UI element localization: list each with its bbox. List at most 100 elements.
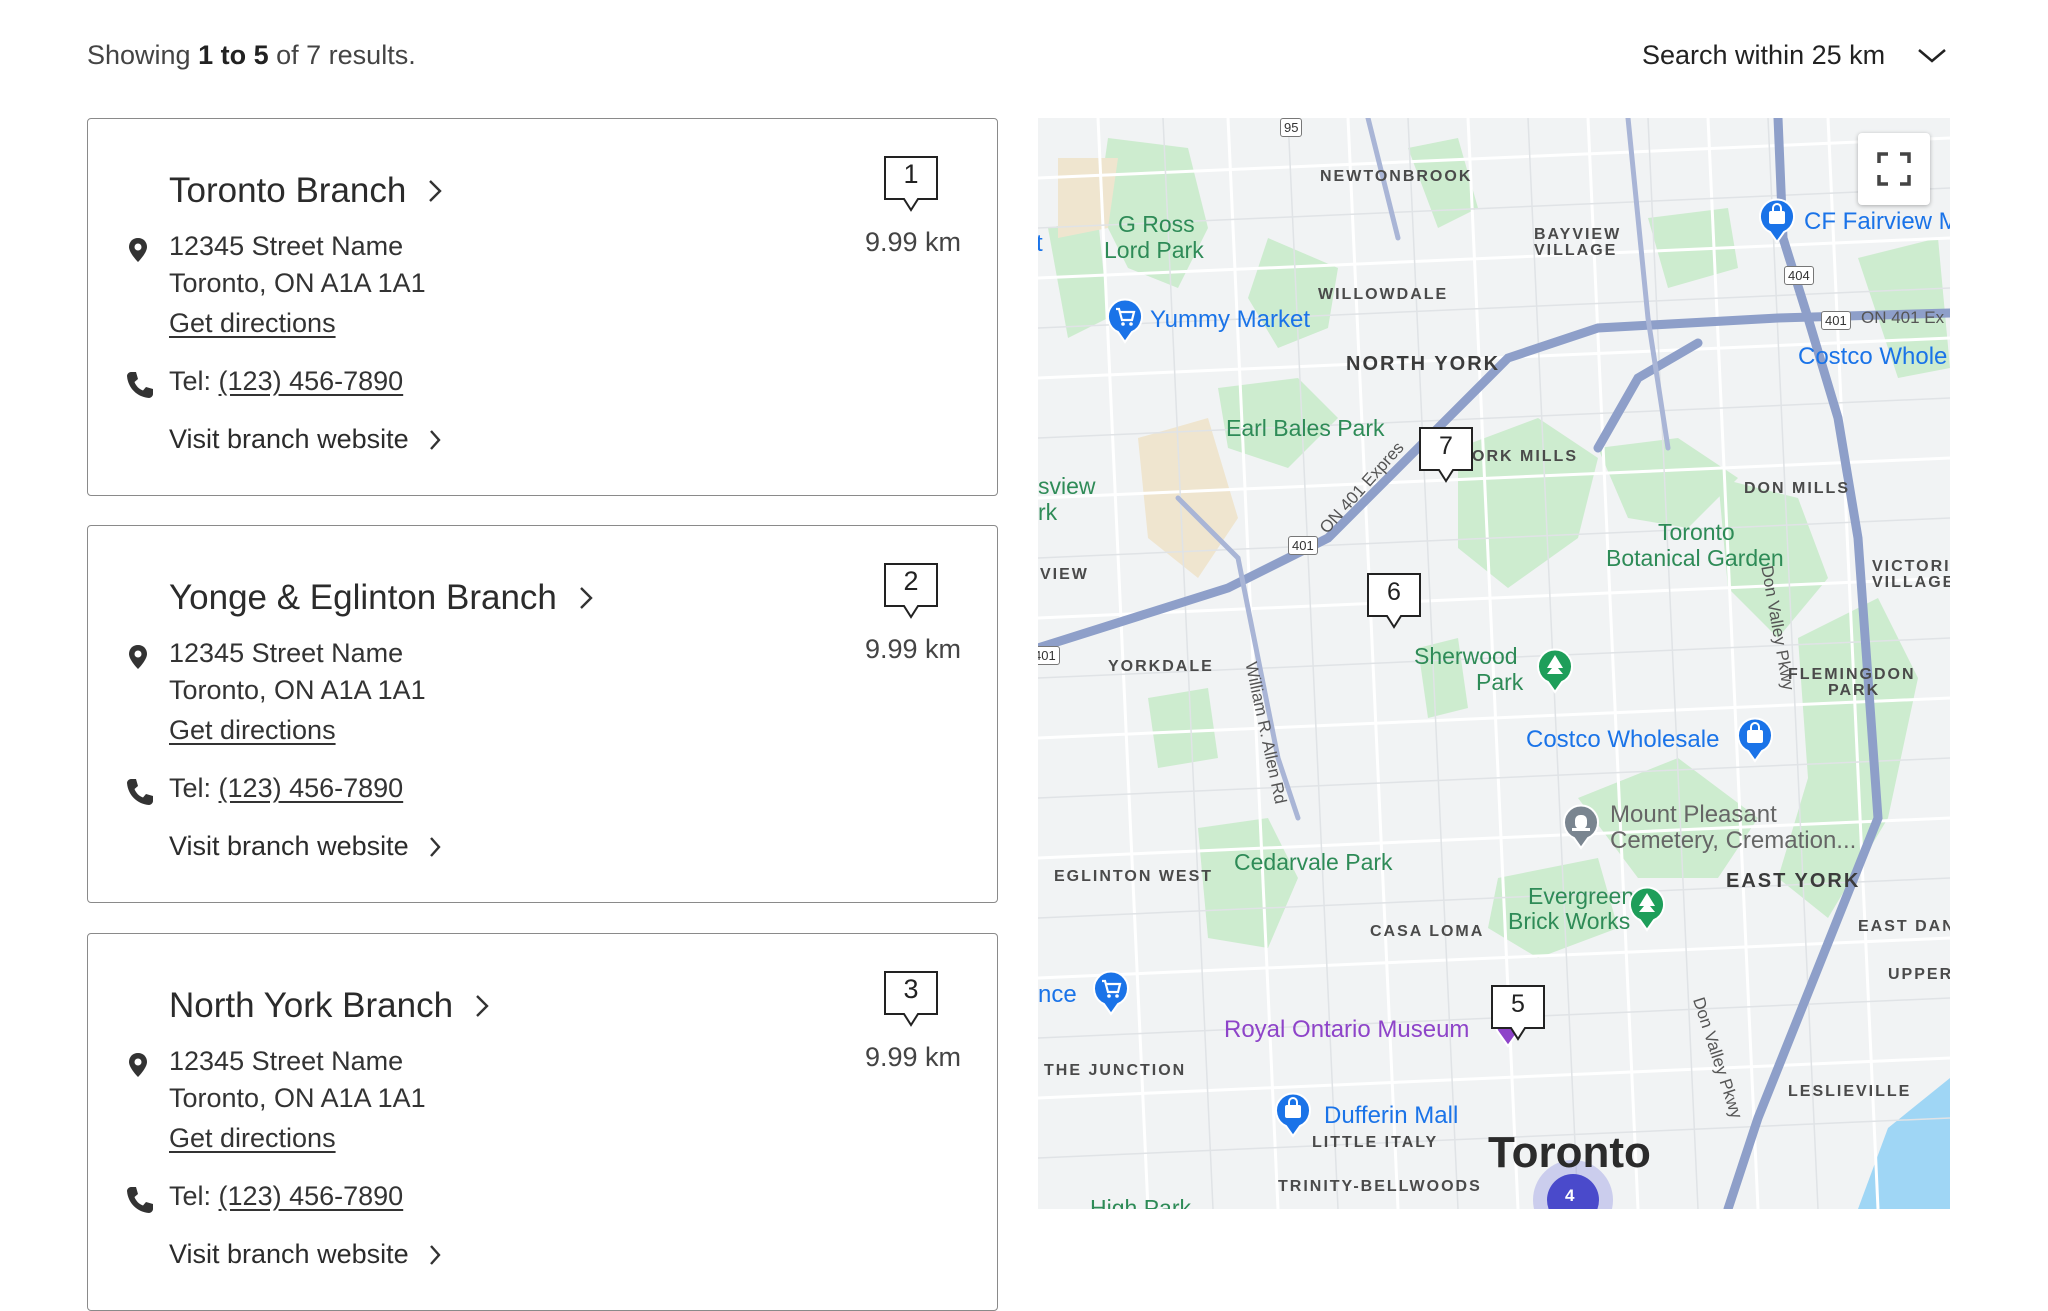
location-pin-icon xyxy=(129,238,147,262)
results-summary-prefix: Showing xyxy=(87,40,191,70)
fullscreen-button[interactable] xyxy=(1858,133,1930,205)
branch-map[interactable]: 95 404 401 401 401 ON 401 Ex NEWTONBROOK… xyxy=(1038,118,1950,1209)
shopping-bag-icon[interactable] xyxy=(1272,1090,1314,1138)
get-directions-link[interactable]: Get directions xyxy=(169,715,336,746)
map-poi-costco-wholesale[interactable]: Costco Wholesale xyxy=(1526,726,1719,754)
tel-label: Tel: xyxy=(169,1181,212,1211)
map-poi-mount-pleasant-2[interactable]: Cemetery, Cremation... xyxy=(1610,828,1856,853)
branch-card: North York Branch 12345 Street Name Toro… xyxy=(87,933,998,1311)
map-branch-marker[interactable]: 5 xyxy=(1490,984,1546,1047)
cemetery-icon[interactable] xyxy=(1560,802,1602,850)
phone-icon xyxy=(127,372,153,398)
map-label-sview-1: sview xyxy=(1038,473,1096,499)
chevron-right-icon xyxy=(429,180,443,202)
shopping-cart-icon[interactable] xyxy=(1090,968,1132,1016)
map-poi-ance[interactable]: nce xyxy=(1038,981,1077,1009)
branch-address-line1: 12345 Street Name xyxy=(169,231,404,261)
branch-card: Yonge & Eglinton Branch 12345 Street Nam… xyxy=(87,525,998,903)
branch-telephone: Tel: (123) 456-7890 xyxy=(169,1181,403,1212)
tel-label: Tel: xyxy=(169,773,212,803)
map-label-upper: UPPER xyxy=(1888,966,1950,983)
map-label-trinity-bellwoods: TRINITY-BELLWOODS xyxy=(1278,1178,1482,1195)
highway-shield: 404 xyxy=(1784,266,1814,285)
map-label-east-york: EAST YORK xyxy=(1726,870,1861,892)
map-label-leslieville: LESLIEVILLE xyxy=(1788,1083,1912,1100)
map-marker-number: 1 xyxy=(903,159,919,189)
map-poi-mount-pleasant-1[interactable]: Mount Pleasant xyxy=(1610,802,1777,827)
map-label-don-mills: DON MILLS xyxy=(1744,480,1850,497)
highway-label: ON 401 Ex xyxy=(1861,308,1945,327)
visit-website-link[interactable]: Visit branch website xyxy=(169,1239,441,1270)
visit-website-label: Visit branch website xyxy=(169,424,409,454)
map-label-high-park: High Park xyxy=(1090,1195,1191,1209)
shopping-cart-icon[interactable] xyxy=(1104,296,1146,344)
branch-address-line2: Toronto, ON A1A 1A1 xyxy=(169,675,426,705)
map-label-willowdale: WILLOWDALE xyxy=(1318,286,1449,303)
map-marker-number: 3 xyxy=(903,974,919,1004)
branch-name: North York Branch xyxy=(169,986,454,1025)
branch-distance: 9.99 km xyxy=(864,1042,961,1072)
visit-website-link[interactable]: Visit branch website xyxy=(169,424,441,455)
map-marker-number: 7 xyxy=(1439,432,1453,460)
search-radius-label: Search within 25 km xyxy=(1642,40,1886,70)
map-label-sview-2: rk xyxy=(1038,499,1058,525)
branch-title-link[interactable]: Yonge & Eglinton Branch xyxy=(169,578,593,618)
map-poi-t-edge[interactable]: t xyxy=(1038,230,1043,258)
branch-name: Toronto Branch xyxy=(169,171,407,210)
location-pin-icon xyxy=(129,645,147,669)
map-marker-number: 6 xyxy=(1387,578,1401,606)
map-label-north-york: NORTH YORK xyxy=(1346,353,1501,375)
map-label-york-mills: ORK MILLS xyxy=(1472,448,1578,465)
map-branch-marker[interactable]: 7 xyxy=(1418,426,1474,489)
map-cluster-count[interactable]: 4 xyxy=(1565,1186,1574,1206)
phone-number-link[interactable]: (123) 456-7890 xyxy=(219,1181,404,1211)
visit-website-label: Visit branch website xyxy=(169,1239,409,1269)
branch-address-line1: 12345 Street Name xyxy=(169,638,404,668)
phone-number-link[interactable]: (123) 456-7890 xyxy=(219,366,404,396)
highway-shield: 95 xyxy=(1280,118,1303,137)
map-poi-royal-ontario-museum[interactable]: Royal Ontario Museum xyxy=(1224,1016,1469,1044)
map-marker-badge: 1 xyxy=(883,155,939,218)
chevron-right-icon xyxy=(429,836,441,857)
map-poi-yummy-market[interactable]: Yummy Market xyxy=(1150,306,1310,334)
shopping-bag-icon[interactable] xyxy=(1756,196,1798,244)
chevron-right-icon xyxy=(476,995,489,1017)
results-summary: Showing 1 to 5 of 7 results. xyxy=(87,40,416,71)
phone-icon xyxy=(127,779,153,805)
shopping-bag-icon[interactable] xyxy=(1734,715,1776,763)
map-poi-dufferin-mall[interactable]: Dufferin Mall xyxy=(1324,1102,1458,1130)
map-label-east-danforth: EAST DANF xyxy=(1858,918,1950,935)
map-label-victoria-village-2: VILLAGE xyxy=(1872,574,1950,591)
search-radius-dropdown[interactable]: Search within 25 km xyxy=(1642,40,1946,71)
map-branch-marker[interactable]: 6 xyxy=(1366,572,1422,635)
map-label-earl-bales-park: Earl Bales Park xyxy=(1226,415,1385,441)
results-summary-range: 1 to 5 xyxy=(198,40,269,70)
map-label-little-italy: LITTLE ITALY xyxy=(1312,1134,1439,1151)
tree-park-icon[interactable] xyxy=(1626,884,1668,932)
map-label-g-ross-2: Lord Park xyxy=(1104,237,1204,263)
tree-park-icon[interactable] xyxy=(1534,646,1576,694)
map-label-g-ross-1: G Ross xyxy=(1118,211,1195,237)
get-directions-link[interactable]: Get directions xyxy=(169,308,336,339)
branch-address-line1: 12345 Street Name xyxy=(169,1046,404,1076)
map-poi-cf-fairview[interactable]: CF Fairview M xyxy=(1804,208,1950,236)
map-label-flemingdon-2: PARK xyxy=(1828,682,1881,699)
visit-website-link[interactable]: Visit branch website xyxy=(169,831,441,862)
branch-title-link[interactable]: Toronto Branch xyxy=(169,171,443,211)
location-pin-icon xyxy=(129,1053,147,1077)
map-marker-number: 2 xyxy=(903,566,919,596)
highway-shield: 401 xyxy=(1038,646,1060,665)
fullscreen-icon xyxy=(1877,152,1911,186)
get-directions-link[interactable]: Get directions xyxy=(169,1123,336,1154)
map-label-view: VIEW xyxy=(1040,566,1089,583)
map-label-the-junction: THE JUNCTION xyxy=(1044,1062,1187,1079)
phone-number-link[interactable]: (123) 456-7890 xyxy=(219,773,404,803)
branch-telephone: Tel: (123) 456-7890 xyxy=(169,366,403,397)
map-marker-number: 5 xyxy=(1511,990,1525,1018)
map-label-sherwood-1: Sherwood xyxy=(1414,643,1518,669)
branch-distance: 9.99 km xyxy=(864,634,961,664)
branch-title-link[interactable]: North York Branch xyxy=(169,986,489,1026)
branch-address-line2: Toronto, ON A1A 1A1 xyxy=(169,1083,426,1113)
phone-icon xyxy=(127,1187,153,1213)
map-poi-costco-whole[interactable]: Costco Whole xyxy=(1798,343,1947,371)
